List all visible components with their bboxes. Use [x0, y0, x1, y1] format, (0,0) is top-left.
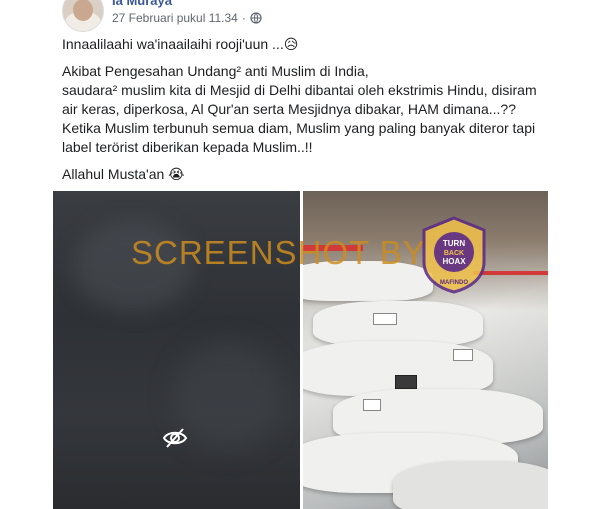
avatar[interactable] — [62, 0, 104, 32]
text-line: Innaalilaahi wa'inaailaihi rooji'uun ...… — [62, 36, 299, 52]
text-line: label terörist diberikan kepada Muslim..… — [62, 139, 313, 155]
text-line: air keras, diperkosa, Al Qur'an serta Me… — [62, 101, 516, 117]
text-line: Akibat Pengesahan Undang² anti Muslim di… — [62, 63, 369, 79]
post-text: Innaalilaahi wa'inaailaihi rooji'uun ...… — [62, 35, 562, 192]
badge-line: HOAX — [442, 257, 466, 266]
paragraph-closing: Allahul Musta'an 😭 — [62, 165, 562, 184]
badge-line: TURN — [443, 239, 465, 248]
badge-bottom: MAFINDO — [440, 280, 468, 286]
facebook-post: Ia Muraya 27 Februari pukul 11.34 · Inna… — [0, 0, 600, 509]
meta-separator: · — [241, 11, 246, 25]
watermark-text: SCREENSHOT BY — [131, 234, 426, 271]
text-line: Allahul Musta'an 😭 — [62, 166, 185, 182]
badge-line: BACK — [444, 250, 464, 257]
post-author[interactable]: Ia Muraya — [112, 0, 172, 8]
turnbackhoax-mafindo-badge: TURN BACK HOAX MAFINDO — [422, 216, 486, 294]
paragraph-greeting: Innaalilaahi wa'inaailaihi rooji'uun ...… — [62, 35, 562, 54]
eye-slash-icon[interactable] — [162, 427, 188, 449]
text-line: Ketika Muslim terbunuh semua diam, Musli… — [62, 120, 536, 136]
post-meta: 27 Februari pukul 11.34 · — [112, 11, 262, 25]
globe-icon[interactable] — [250, 12, 262, 24]
post-timestamp[interactable]: 27 Februari pukul 11.34 — [112, 11, 238, 25]
paragraph-body: Akibat Pengesahan Undang² anti Muslim di… — [62, 62, 562, 157]
text-line: saudara² muslim kita di Mesjid di Delhi … — [62, 82, 537, 98]
